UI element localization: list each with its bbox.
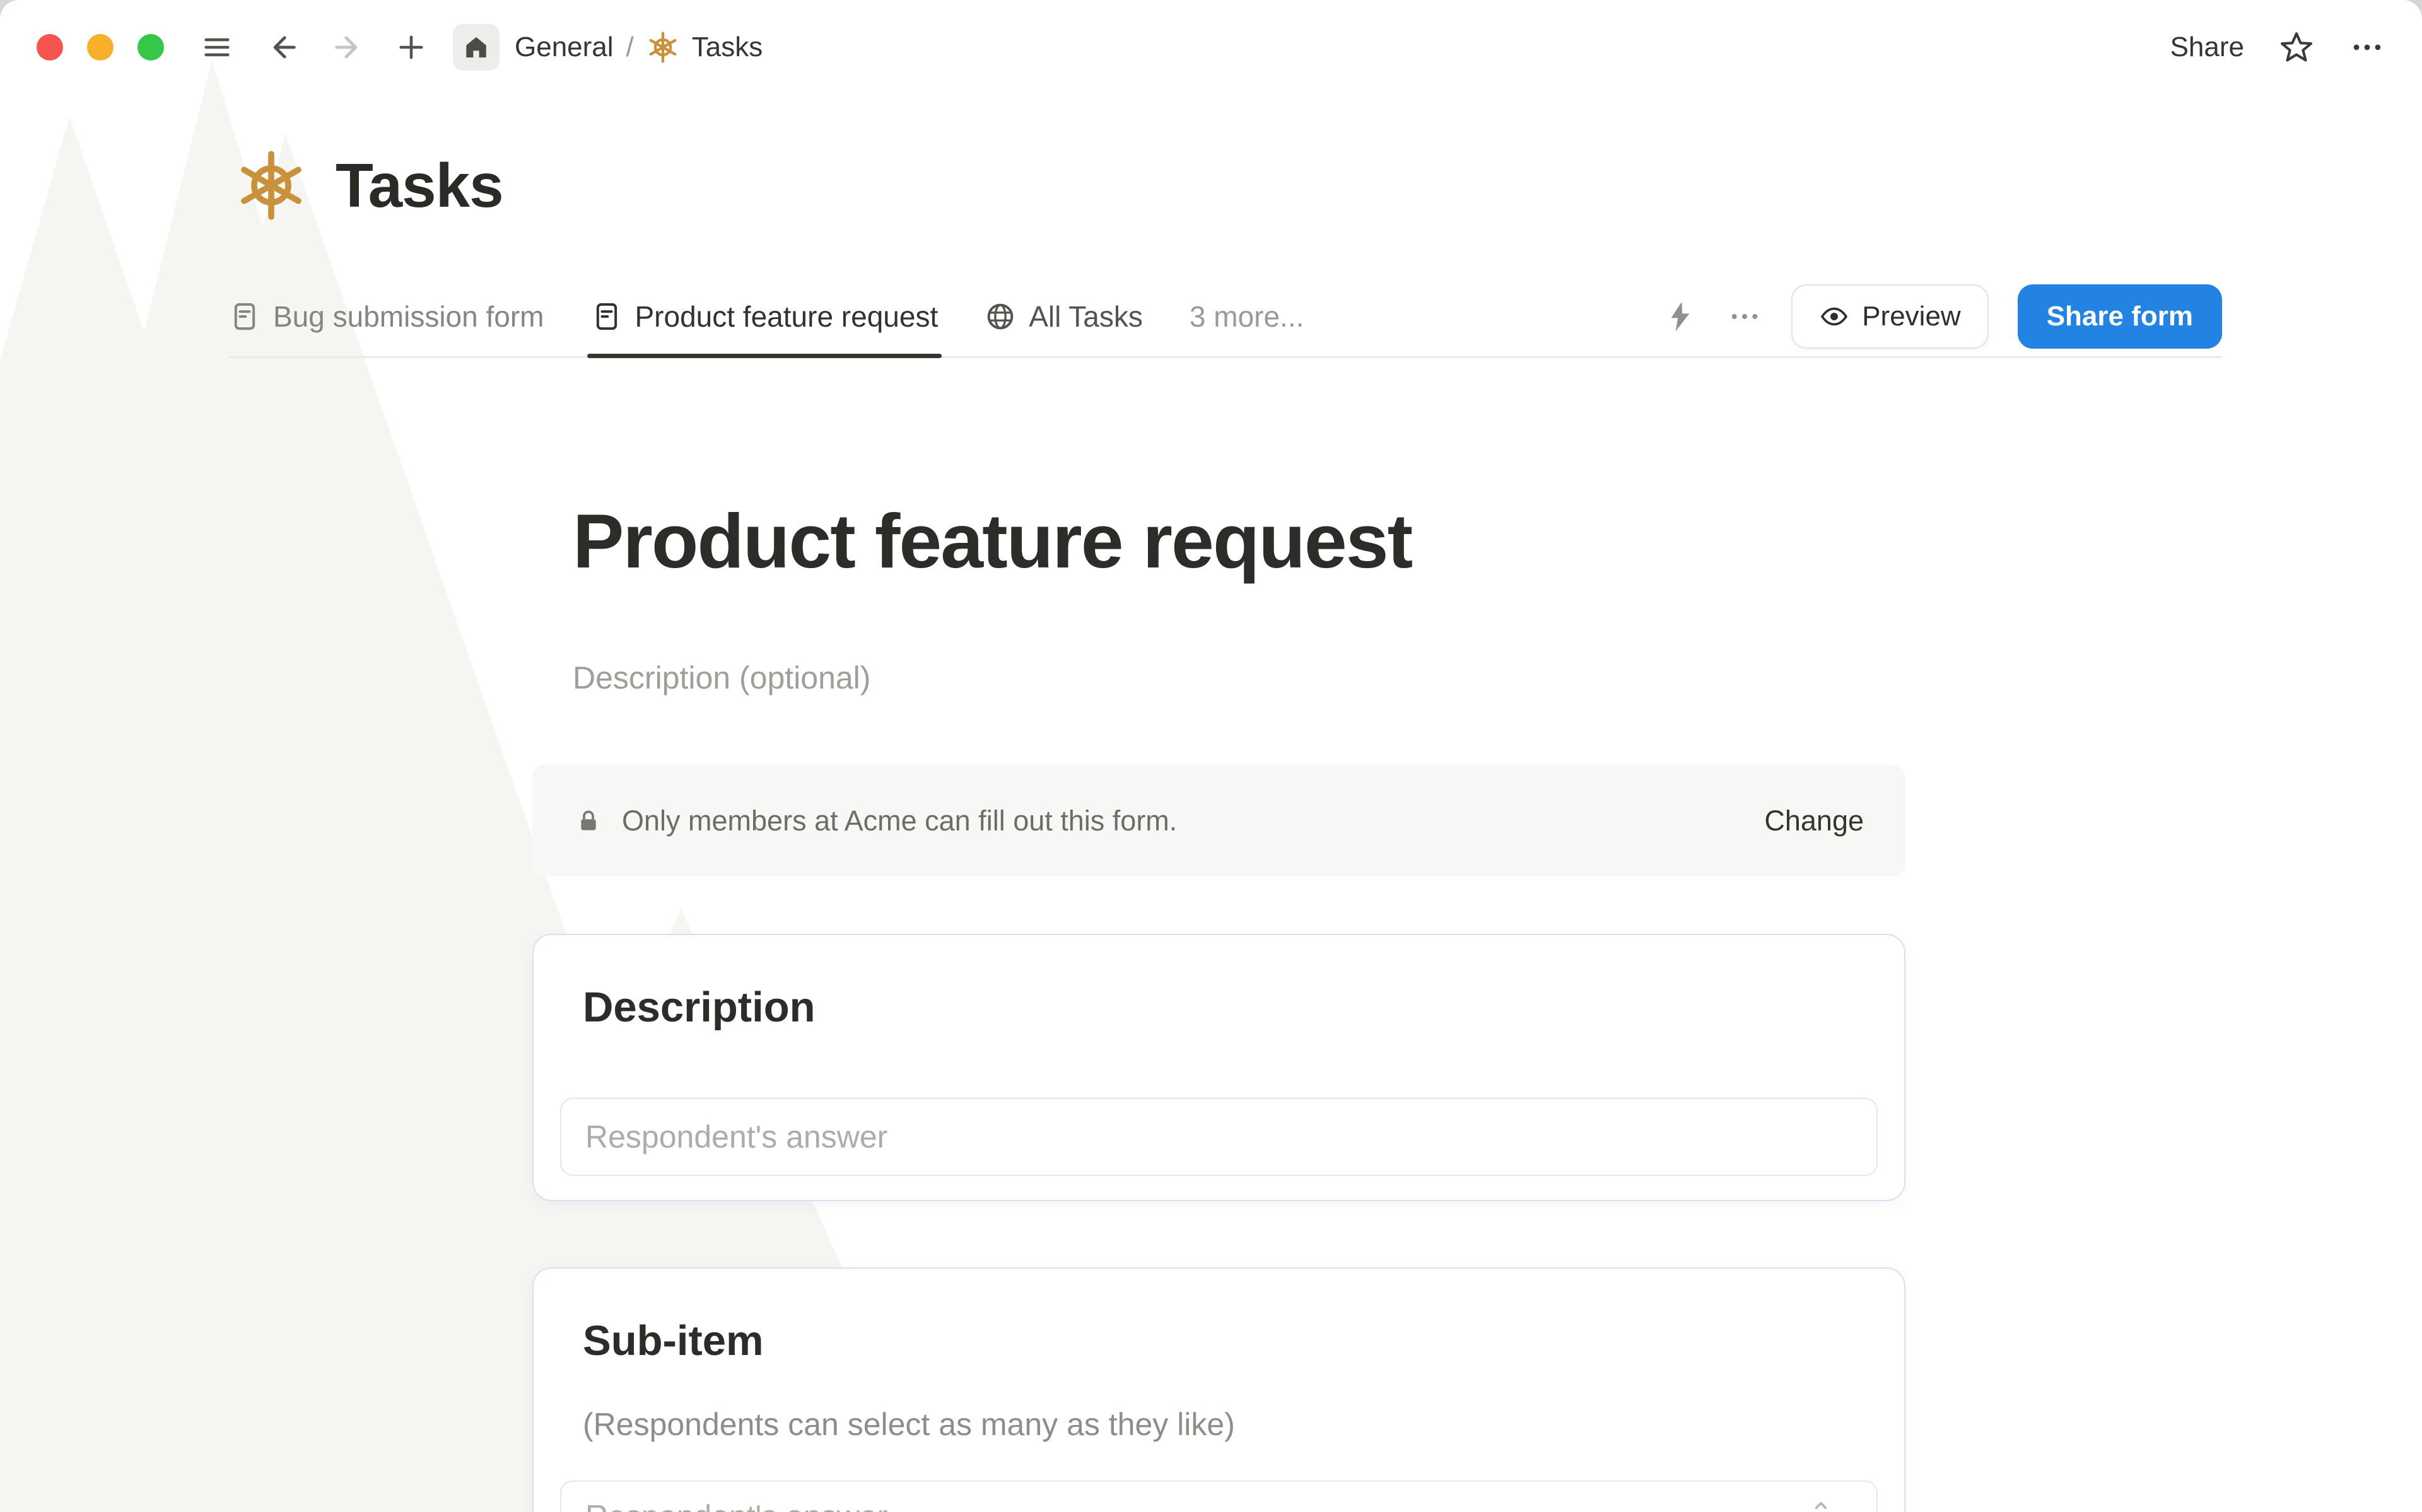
home-icon[interactable]	[453, 24, 500, 71]
more-tabs-button[interactable]: 3 more...	[1190, 299, 1304, 334]
more-options-icon[interactable]	[2349, 29, 2385, 66]
form-title[interactable]: Product feature request	[573, 497, 1412, 585]
tab-product-feature-request[interactable]: Product feature request	[591, 276, 939, 356]
tab-label: Product feature request	[635, 299, 939, 334]
access-notice: Only members at Acme can fill out this f…	[532, 765, 1905, 876]
lock-icon	[574, 806, 603, 835]
globe-icon	[985, 301, 1016, 332]
app-window: General / Tasks Share Tasks	[0, 0, 2422, 1512]
breadcrumb-general[interactable]: General	[515, 32, 614, 63]
automations-icon[interactable]	[1663, 299, 1698, 334]
sidebar-toggle-icon[interactable]	[201, 31, 233, 64]
answer-placeholder: Respondent's answer	[585, 1499, 887, 1512]
access-notice-text: Only members at Acme can fill out this f…	[622, 805, 1177, 837]
view-tabbar: Bug submission form Product feature requ…	[229, 276, 2222, 358]
zoom-window-button[interactable]	[137, 34, 164, 61]
ship-wheel-icon[interactable]	[235, 149, 308, 222]
page-title: Tasks	[235, 149, 503, 222]
back-icon[interactable]	[266, 31, 299, 64]
tab-label: Bug submission form	[273, 299, 544, 334]
form-description-placeholder[interactable]: Description (optional)	[573, 660, 870, 696]
question-title: Description	[583, 983, 816, 1032]
preview-button[interactable]: Preview	[1791, 284, 1989, 349]
ship-wheel-icon	[646, 31, 679, 64]
eye-icon	[1819, 301, 1849, 332]
breadcrumb: General / Tasks	[515, 31, 763, 64]
titlebar: General / Tasks Share	[0, 0, 2422, 95]
close-window-button[interactable]	[37, 34, 63, 61]
question-card-sub-item[interactable]: Sub-item (Respondents can select as many…	[532, 1267, 1905, 1512]
breadcrumb-separator: /	[626, 32, 634, 63]
share-form-button[interactable]: Share form	[2018, 284, 2222, 349]
minimize-window-button[interactable]	[87, 34, 114, 61]
tabbar-actions: Preview Share form	[1663, 284, 2222, 349]
new-tab-icon[interactable]	[395, 31, 428, 64]
breadcrumb-tasks[interactable]: Tasks	[692, 32, 763, 63]
select-caret-icon	[1807, 1497, 1835, 1512]
tab-all-tasks[interactable]: All Tasks	[985, 276, 1143, 356]
view-options-icon[interactable]	[1727, 299, 1762, 334]
titlebar-actions: Share	[2170, 29, 2385, 66]
answer-input[interactable]: Respondent's answer	[560, 1480, 1878, 1512]
answer-input[interactable]: Respondent's answer	[560, 1098, 1878, 1176]
form-doc-icon	[591, 301, 623, 332]
favorite-star-icon[interactable]	[2278, 29, 2315, 66]
window-controls	[37, 34, 164, 61]
question-note: (Respondents can select as many as they …	[583, 1406, 1235, 1443]
share-form-label: Share form	[2047, 301, 2193, 332]
forward-icon[interactable]	[332, 31, 365, 64]
share-button[interactable]: Share	[2170, 32, 2244, 63]
answer-placeholder: Respondent's answer	[585, 1119, 887, 1155]
question-title: Sub-item	[583, 1317, 764, 1365]
page-title-text: Tasks	[336, 150, 503, 221]
question-card-description[interactable]: Description Respondent's answer	[532, 934, 1905, 1201]
change-access-button[interactable]: Change	[1764, 805, 1864, 837]
tab-bug-submission-form[interactable]: Bug submission form	[229, 276, 544, 356]
form-doc-icon	[229, 301, 260, 332]
preview-label: Preview	[1862, 301, 1961, 332]
tab-label: All Tasks	[1029, 299, 1143, 334]
